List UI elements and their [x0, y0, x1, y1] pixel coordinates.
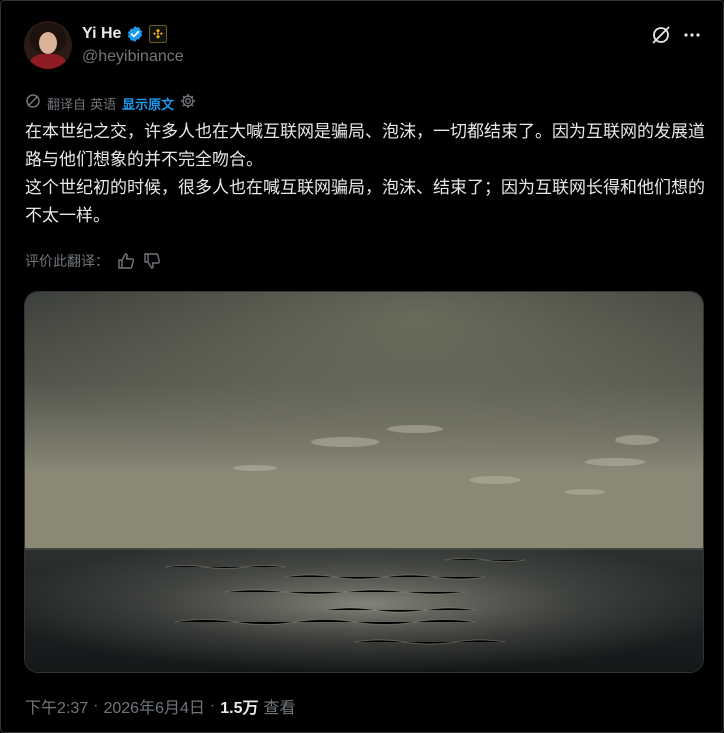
thumbs-up-icon[interactable]	[117, 252, 135, 270]
meta-separator: ·	[93, 697, 99, 714]
translate-icon	[25, 93, 41, 113]
thumbs-down-icon[interactable]	[143, 252, 161, 270]
gear-icon[interactable]	[180, 93, 196, 113]
avatar[interactable]	[24, 21, 72, 69]
post-card: Yi He @heyibinance 翻译自 英语 显示原文 在本世纪之交，许多…	[0, 0, 724, 733]
avatar-face	[39, 32, 57, 54]
show-original-link[interactable]: 显示原文	[122, 94, 174, 113]
rate-translation-row: 评价此翻译：	[25, 250, 161, 272]
post-time[interactable]: 下午2:37	[25, 694, 88, 718]
views-label: 查看	[263, 700, 296, 717]
translation-bar: 翻译自 英语 显示原文	[25, 93, 196, 113]
author-name-row: Yi He	[82, 23, 168, 45]
post-meta: 下午2:37 · 2026年6月4日 · 1.5万 查看	[25, 695, 295, 717]
ocean-sunset-image	[25, 292, 703, 672]
verified-badge-icon[interactable]	[126, 25, 144, 43]
binance-affiliate-icon[interactable]	[149, 25, 168, 43]
meta-separator: ·	[209, 697, 216, 714]
author-handle[interactable]: @heyibinance	[82, 48, 184, 66]
author-name[interactable]: Yi He	[82, 25, 121, 43]
post-image[interactable]	[24, 291, 704, 673]
translation-label: 翻译自 英语	[47, 97, 117, 113]
more-icon[interactable]	[681, 24, 703, 46]
views-count[interactable]: 1.5万	[220, 694, 258, 718]
rate-translation-label: 评价此翻译：	[25, 254, 109, 270]
post-date[interactable]: 2026年6月4日	[103, 694, 204, 718]
avatar-dress	[30, 54, 66, 69]
grok-icon[interactable]	[650, 24, 672, 46]
post-text: 在本世纪之交，许多人也在大喊互联网是骗局、泡沫，一切都结束了。因为互联网的发展道…	[25, 122, 705, 226]
